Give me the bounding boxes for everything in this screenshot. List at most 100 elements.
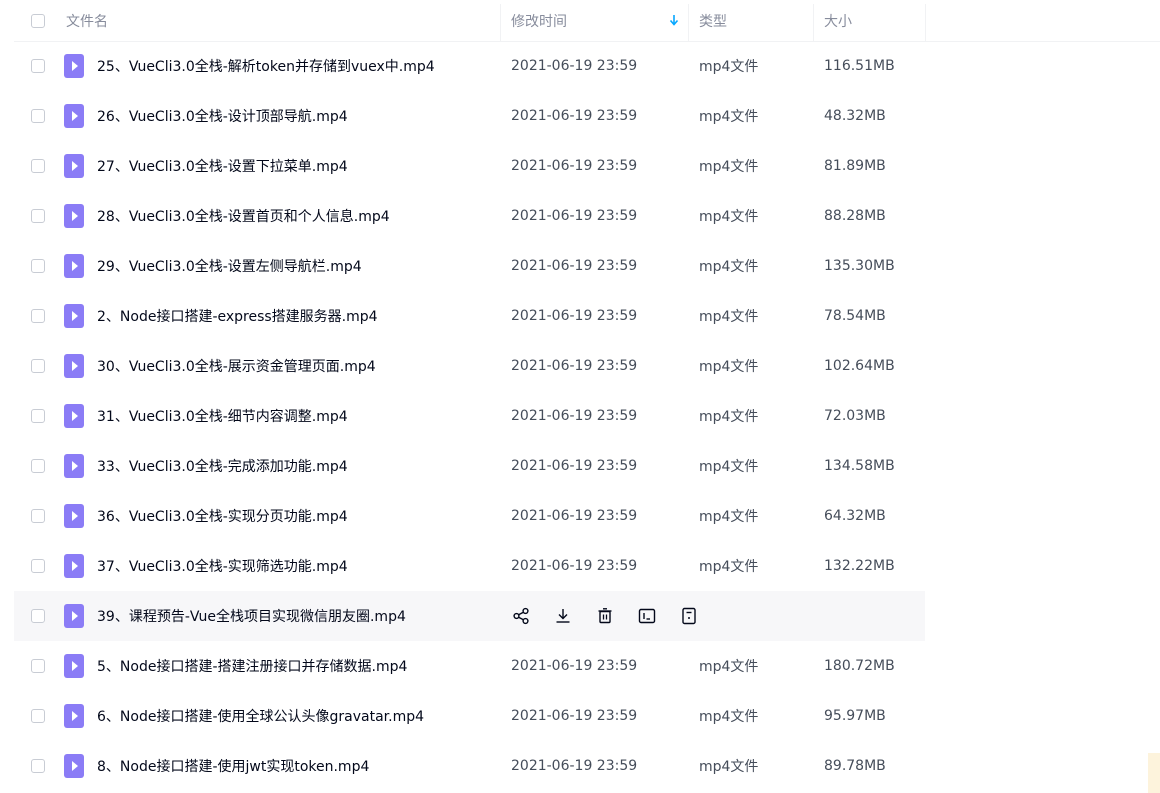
file-modified-time: 2021-06-19 23:59	[511, 258, 638, 274]
file-name[interactable]: 33、VueCli3.0全栈-完成添加功能.mp4	[97, 441, 348, 491]
file-size: 48.32MB	[824, 108, 886, 124]
video-file-icon	[64, 704, 84, 728]
row-checkbox[interactable]	[31, 609, 45, 623]
file-name[interactable]: 8、Node接口搭建-使用jwt实现token.mp4	[97, 741, 369, 791]
file-type: mp4文件	[699, 309, 759, 325]
row-checkbox[interactable]	[31, 659, 45, 673]
file-row[interactable]: 36、VueCli3.0全栈-实现分页功能.mp4 2021-06-19 23:…	[14, 491, 1160, 541]
file-modified-time: 2021-06-19 23:59	[511, 308, 638, 324]
file-type: mp4文件	[699, 659, 759, 675]
video-file-icon	[64, 404, 84, 428]
video-file-icon	[64, 254, 84, 278]
file-row[interactable]: 33、VueCli3.0全栈-完成添加功能.mp4 2021-06-19 23:…	[14, 441, 1160, 491]
video-file-icon	[64, 604, 84, 628]
more-icon[interactable]	[679, 606, 699, 626]
file-row[interactable]: 6、Node接口搭建-使用全球公认头像gravatar.mp4 2021-06-…	[14, 691, 1160, 741]
file-size: 88.28MB	[824, 208, 886, 224]
row-checkbox[interactable]	[31, 159, 45, 173]
column-divider	[688, 4, 689, 41]
file-size: 64.32MB	[824, 508, 886, 524]
file-type: mp4文件	[699, 459, 759, 475]
file-size: 102.64MB	[824, 358, 895, 374]
video-file-icon	[64, 554, 84, 578]
row-checkbox[interactable]	[31, 259, 45, 273]
file-modified-time: 2021-06-19 23:59	[511, 508, 638, 524]
video-file-icon	[64, 354, 84, 378]
file-name[interactable]: 36、VueCli3.0全栈-实现分页功能.mp4	[97, 491, 348, 541]
file-name[interactable]: 39、课程预告-Vue全栈项目实现微信朋友圈.mp4	[97, 591, 406, 641]
video-file-icon	[64, 104, 84, 128]
file-modified-time: 2021-06-19 23:59	[511, 558, 638, 574]
file-row[interactable]: 25、VueCli3.0全栈-解析token并存储到vuex中.mp4 2021…	[14, 41, 1160, 91]
column-header-modified[interactable]: 修改时间	[511, 0, 567, 41]
corner-decoration	[1148, 753, 1160, 793]
file-name[interactable]: 37、VueCli3.0全栈-实现筛选功能.mp4	[97, 541, 348, 591]
file-row[interactable]: 27、VueCli3.0全栈-设置下拉菜单.mp4 2021-06-19 23:…	[14, 141, 1160, 191]
row-checkbox[interactable]	[31, 409, 45, 423]
file-list: 25、VueCli3.0全栈-解析token并存储到vuex中.mp4 2021…	[14, 41, 1160, 791]
file-size: 89.78MB	[824, 758, 886, 774]
file-size: 95.97MB	[824, 708, 886, 724]
file-modified-time: 2021-06-19 23:59	[511, 708, 638, 724]
row-checkbox[interactable]	[31, 309, 45, 323]
video-file-icon	[64, 654, 84, 678]
share-icon[interactable]	[511, 606, 531, 626]
file-row[interactable]: 8、Node接口搭建-使用jwt实现token.mp4 2021-06-19 2…	[14, 741, 1160, 791]
row-checkbox[interactable]	[31, 509, 45, 523]
file-row[interactable]: 2、Node接口搭建-express搭建服务器.mp4 2021-06-19 2…	[14, 291, 1160, 341]
file-name[interactable]: 6、Node接口搭建-使用全球公认头像gravatar.mp4	[97, 691, 424, 741]
select-all-checkbox[interactable]	[31, 14, 45, 28]
file-row[interactable]: 29、VueCli3.0全栈-设置左侧导航栏.mp4 2021-06-19 23…	[14, 241, 1160, 291]
file-type: mp4文件	[699, 559, 759, 575]
file-modified-time: 2021-06-19 23:59	[511, 408, 638, 424]
video-file-icon	[64, 154, 84, 178]
file-modified-time: 2021-06-19 23:59	[511, 358, 638, 374]
row-checkbox[interactable]	[31, 359, 45, 373]
column-header-size[interactable]: 大小	[824, 0, 852, 41]
file-name[interactable]: 29、VueCli3.0全栈-设置左侧导航栏.mp4	[97, 241, 362, 291]
file-modified-time: 2021-06-19 23:59	[511, 108, 638, 124]
file-row[interactable]: 28、VueCli3.0全栈-设置首页和个人信息.mp4 2021-06-19 …	[14, 191, 1160, 241]
file-row[interactable]: 26、VueCli3.0全栈-设计顶部导航.mp4 2021-06-19 23:…	[14, 91, 1160, 141]
delete-icon[interactable]	[595, 606, 615, 626]
rename-icon[interactable]	[637, 606, 657, 626]
file-type: mp4文件	[699, 259, 759, 275]
file-size: 116.51MB	[824, 58, 895, 74]
file-type: mp4文件	[699, 209, 759, 225]
file-size: 72.03MB	[824, 408, 886, 424]
file-name[interactable]: 28、VueCli3.0全栈-设置首页和个人信息.mp4	[97, 191, 390, 241]
file-row[interactable]: 30、VueCli3.0全栈-展示资金管理页面.mp4 2021-06-19 2…	[14, 341, 1160, 391]
file-row[interactable]: 5、Node接口搭建-搭建注册接口并存储数据.mp4 2021-06-19 23…	[14, 641, 1160, 691]
file-name[interactable]: 5、Node接口搭建-搭建注册接口并存储数据.mp4	[97, 641, 407, 691]
row-checkbox[interactable]	[31, 209, 45, 223]
row-checkbox[interactable]	[31, 59, 45, 73]
file-type: mp4文件	[699, 409, 759, 425]
file-modified-time: 2021-06-19 23:59	[511, 758, 638, 774]
file-size: 135.30MB	[824, 258, 895, 274]
file-type: mp4文件	[699, 109, 759, 125]
file-row[interactable]: 37、VueCli3.0全栈-实现筛选功能.mp4 2021-06-19 23:…	[14, 541, 1160, 591]
row-checkbox[interactable]	[31, 109, 45, 123]
file-name[interactable]: 31、VueCli3.0全栈-细节内容调整.mp4	[97, 391, 348, 441]
column-header-type[interactable]: 类型	[699, 0, 727, 41]
video-file-icon	[64, 754, 84, 778]
file-name[interactable]: 30、VueCli3.0全栈-展示资金管理页面.mp4	[97, 341, 376, 391]
file-name[interactable]: 27、VueCli3.0全栈-设置下拉菜单.mp4	[97, 141, 348, 191]
sort-down-arrow-icon[interactable]	[668, 13, 680, 27]
row-checkbox[interactable]	[31, 459, 45, 473]
file-size: 134.58MB	[824, 458, 895, 474]
file-modified-time: 2021-06-19 23:59	[511, 158, 638, 174]
row-checkbox[interactable]	[31, 559, 45, 573]
file-row[interactable]: 39、课程预告-Vue全栈项目实现微信朋友圈.mp4	[14, 591, 925, 641]
file-row[interactable]: 31、VueCli3.0全栈-细节内容调整.mp4 2021-06-19 23:…	[14, 391, 1160, 441]
file-name[interactable]: 26、VueCli3.0全栈-设计顶部导航.mp4	[97, 91, 348, 141]
file-name[interactable]: 25、VueCli3.0全栈-解析token并存储到vuex中.mp4	[97, 41, 435, 91]
download-icon[interactable]	[553, 606, 573, 626]
row-checkbox[interactable]	[31, 759, 45, 773]
row-checkbox[interactable]	[31, 709, 45, 723]
video-file-icon	[64, 54, 84, 78]
file-type: mp4文件	[699, 759, 759, 775]
file-name[interactable]: 2、Node接口搭建-express搭建服务器.mp4	[97, 291, 378, 341]
column-header-name[interactable]: 文件名	[66, 0, 108, 41]
file-type: mp4文件	[699, 359, 759, 375]
